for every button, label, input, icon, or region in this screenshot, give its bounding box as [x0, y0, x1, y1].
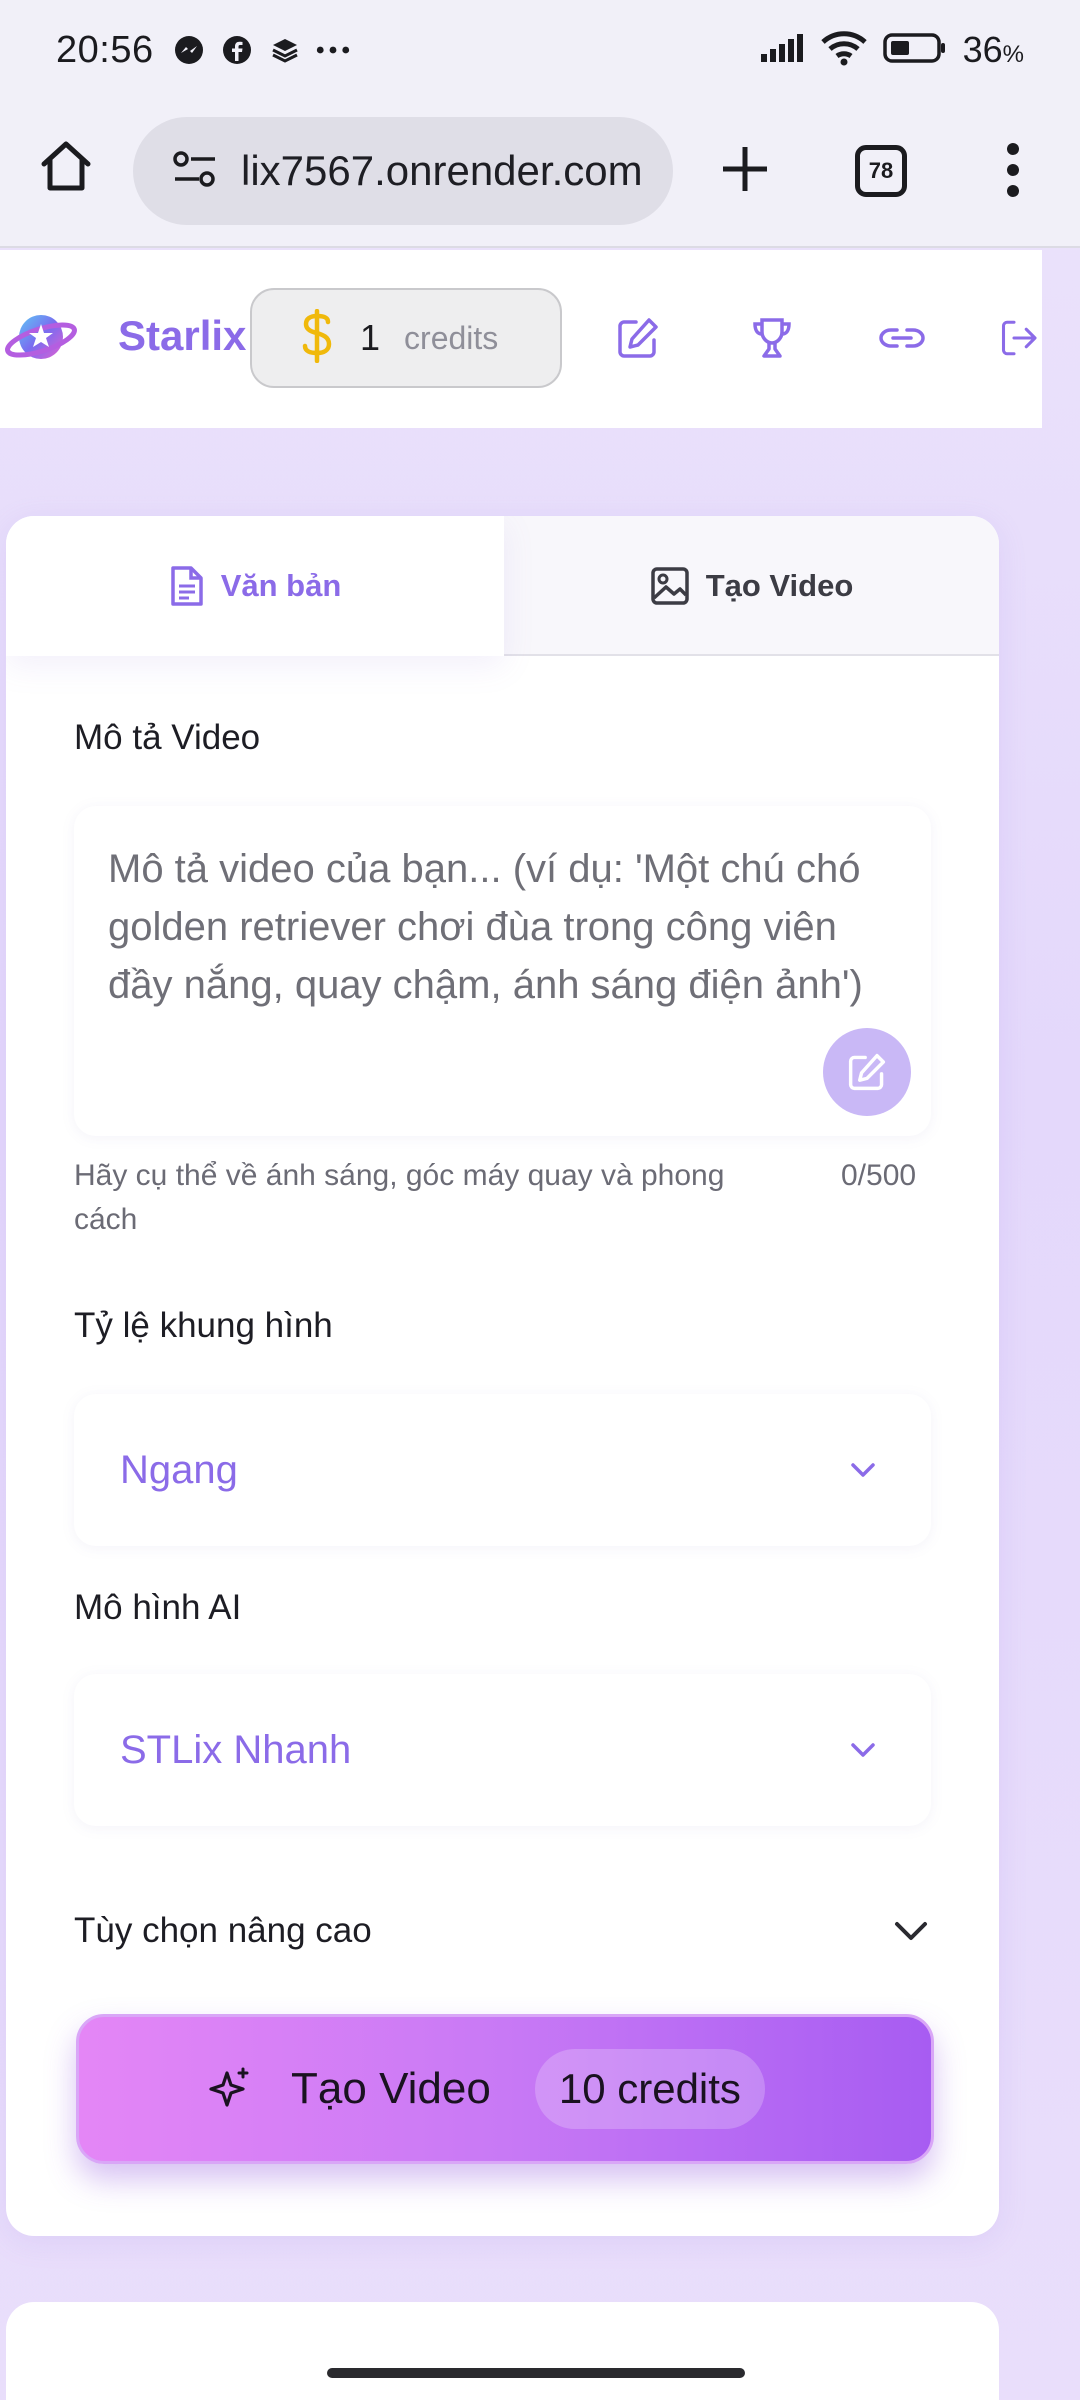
wifi-icon [820, 30, 867, 71]
notification-icons [172, 33, 350, 67]
plus-icon [723, 147, 767, 191]
video-generator-card: Văn bản Tạo Video Mô tả Video Mô tả vide… [6, 516, 999, 2236]
tab-text[interactable]: Văn bản [6, 516, 504, 656]
home-icon [41, 141, 91, 191]
site-settings-icon[interactable] [173, 149, 217, 194]
generate-video-label: Tạo Video [291, 2064, 491, 2113]
browser-menu-button[interactable] [995, 130, 1031, 210]
ai-model-select[interactable]: STLix Nhanh [74, 1674, 931, 1826]
sparkles-icon [209, 2067, 249, 2107]
logout-icon [1001, 320, 1037, 356]
referral-link-button[interactable] [878, 314, 926, 362]
more-notifications-icon [316, 33, 350, 67]
layers-icon [268, 33, 302, 67]
status-time: 20:56 [56, 28, 154, 71]
advanced-options-label: Tùy chọn nâng cao [74, 1911, 372, 1950]
description-textarea[interactable]: Mô tả video của bạn... (ví dụ: 'Một chú … [74, 806, 931, 1136]
address-bar[interactable]: lix7567.onrender.com [133, 117, 673, 225]
chevron-down-icon [895, 1922, 927, 1940]
generate-cost-badge: 10 credits [534, 2049, 765, 2129]
chevron-down-icon [851, 1743, 875, 1757]
advanced-options-toggle[interactable]: Tùy chọn nâng cao [74, 1896, 931, 1966]
ai-model-label: Mô hình AI [74, 1588, 242, 1627]
tab-image-video-label: Tạo Video [705, 568, 854, 603]
brand-name[interactable]: Starlix [118, 312, 246, 360]
edit-icon [618, 318, 658, 358]
mode-tabs: Văn bản Tạo Video [6, 516, 999, 656]
description-hint: Hãy cụ thể về ánh sáng, góc máy quay và … [74, 1159, 725, 1236]
edit-button[interactable] [614, 314, 662, 362]
starlix-logo[interactable] [4, 300, 78, 374]
signal-icon [759, 32, 805, 69]
browser-toolbar: lix7567.onrender.com 78 [0, 100, 1080, 248]
gesture-home-indicator[interactable] [327, 2368, 745, 2378]
dollar-icon [302, 308, 332, 368]
document-icon [170, 566, 203, 606]
app-header: Starlix 1 credits [0, 250, 1042, 428]
description-label: Mô tả Video [74, 718, 261, 757]
aspect-ratio-select[interactable]: Ngang [74, 1394, 931, 1546]
secondary-card [6, 2302, 999, 2400]
battery-icon [882, 32, 947, 69]
home-button[interactable] [34, 134, 98, 198]
generate-video-button[interactable]: Tạo Video 10 credits [76, 2014, 934, 2164]
description-placeholder: Mô tả video của bạn... (ví dụ: 'Một chú … [108, 847, 863, 1007]
battery-level: 36% [962, 29, 1024, 70]
tab-image-video[interactable]: Tạo Video [504, 516, 999, 656]
enhance-prompt-button[interactable] [823, 1028, 911, 1116]
url-text: lix7567.onrender.com [241, 147, 643, 194]
tab-switcher-button[interactable]: 78 [855, 145, 907, 197]
leaderboard-button[interactable] [748, 314, 796, 362]
messenger-icon [172, 33, 206, 67]
image-icon [650, 567, 689, 605]
ai-model-value: STLix Nhanh [120, 1727, 352, 1772]
logout-button[interactable] [1000, 314, 1042, 362]
aspect-ratio-value: Ngang [120, 1447, 238, 1492]
character-counter: 0/500 [841, 1159, 917, 1192]
status-bar: 20:56 36% [0, 0, 1080, 100]
trophy-icon [753, 318, 791, 358]
edit-icon [848, 1053, 886, 1091]
credits-label: credits [404, 319, 499, 356]
credits-balance[interactable]: 1 credits [250, 288, 562, 388]
credits-count: 1 [360, 317, 381, 358]
link-icon [879, 328, 925, 348]
new-tab-button[interactable] [710, 134, 780, 204]
tab-text-label: Văn bản [220, 568, 342, 603]
facebook-icon [220, 33, 254, 67]
aspect-ratio-label: Tỷ lệ khung hình [74, 1306, 333, 1345]
chevron-down-icon [851, 1463, 875, 1477]
kebab-menu-icon [1007, 143, 1019, 197]
